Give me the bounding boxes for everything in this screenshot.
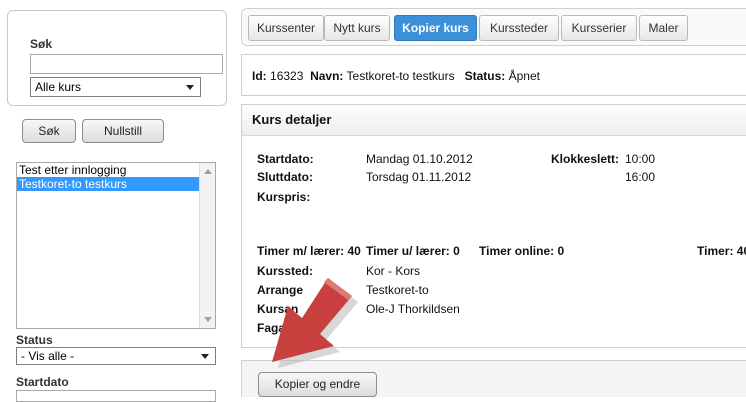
search-input[interactable] bbox=[30, 54, 223, 74]
startdato-label: Startdato: bbox=[257, 152, 314, 166]
status-info-value: Åpnet bbox=[508, 69, 540, 83]
timer-m-laerer: Timer m/ lærer: 40 bbox=[257, 244, 361, 258]
status-select[interactable]: - Vis alle - bbox=[16, 347, 216, 365]
status-info-label: Status: bbox=[464, 69, 506, 83]
sluttdato-label: Sluttdato: bbox=[257, 170, 313, 184]
startdate-label: Startdato bbox=[16, 375, 69, 389]
status-select-value: - Vis alle - bbox=[21, 349, 75, 363]
timer-online: Timer online: 0 bbox=[479, 244, 565, 258]
tab-kursserier[interactable]: Kursserier bbox=[561, 15, 637, 41]
tab-bar: Kurssenter Nytt kurs Kopier kurs Kursste… bbox=[241, 8, 746, 46]
scroll-up-icon[interactable] bbox=[204, 169, 212, 174]
tab-kurssenter[interactable]: Kurssenter bbox=[248, 15, 324, 41]
tab-maler[interactable]: Maler bbox=[639, 15, 688, 41]
course-filter-select[interactable]: Alle kurs bbox=[30, 77, 201, 97]
timer-total: Timer: 40 bbox=[697, 244, 746, 258]
kursansvarlig-value: Ole-J Thorkildsen bbox=[366, 302, 460, 316]
listbox-scrollbar[interactable] bbox=[199, 163, 215, 328]
klokkeslett-label: Klokkeslett: bbox=[551, 152, 620, 166]
status-label: Status bbox=[16, 333, 53, 347]
startdato-value: Mandag 01.10.2012 bbox=[366, 152, 473, 166]
name-value: Testkoret-to testkurs bbox=[346, 69, 455, 83]
copy-and-edit-button[interactable]: Kopier og endre bbox=[258, 372, 377, 397]
timer-u-laerer: Timer u/ lærer: 0 bbox=[366, 244, 460, 258]
klokkeslett-end: 16:00 bbox=[625, 170, 656, 184]
course-filter-value: Alle kurs bbox=[35, 80, 82, 94]
arrangor-label: Arrange bbox=[257, 283, 304, 297]
scroll-down-icon[interactable] bbox=[204, 317, 212, 322]
course-listbox[interactable]: Test etter innlogging Testkoret-to testk… bbox=[16, 162, 216, 329]
tab-kopier-kurs[interactable]: Kopier kurs bbox=[394, 15, 477, 41]
search-label: Søk bbox=[30, 37, 53, 51]
search-panel: Søk Alle kurs bbox=[7, 10, 227, 106]
details-title: Kurs detaljer bbox=[242, 105, 746, 136]
kurspris-label: Kurspris: bbox=[257, 190, 311, 204]
chevron-down-icon bbox=[186, 85, 194, 90]
list-item-selected[interactable]: Testkoret-to testkurs bbox=[17, 177, 215, 191]
search-button[interactable]: Søk bbox=[22, 119, 76, 143]
kursansvarlig-label: Kursan bbox=[257, 302, 299, 316]
tab-nytt-kurs[interactable]: Nytt kurs bbox=[324, 15, 390, 41]
klokkeslett-start: 10:00 bbox=[625, 152, 656, 166]
list-item[interactable]: Test etter innlogging bbox=[17, 163, 215, 177]
startdate-input[interactable] bbox=[16, 390, 216, 402]
fagansvarlig-label: Fagans bbox=[257, 321, 300, 335]
kurssted-label: Kurssted: bbox=[257, 264, 314, 278]
arrangor-value: Testkoret-to bbox=[366, 283, 429, 297]
course-info-bar: Id: 16323 Navn: Testkoret-to testkurs St… bbox=[241, 54, 746, 96]
sluttdato-value: Torsdag 01.11.2012 bbox=[366, 170, 472, 184]
course-info: Id: 16323 Navn: Testkoret-to testkurs St… bbox=[252, 69, 540, 83]
tab-kurssteder[interactable]: Kurssteder bbox=[479, 15, 559, 41]
name-label: Navn: bbox=[310, 69, 344, 83]
kurssted-value: Kor - Kors bbox=[366, 264, 421, 278]
reset-button[interactable]: Nullstill bbox=[82, 119, 164, 143]
id-value: 16323 bbox=[270, 69, 304, 83]
id-label: Id: bbox=[252, 69, 267, 83]
course-details-panel: Kurs detaljer Startdato: Mandag 01.10.20… bbox=[241, 104, 746, 348]
chevron-down-icon bbox=[201, 354, 209, 359]
